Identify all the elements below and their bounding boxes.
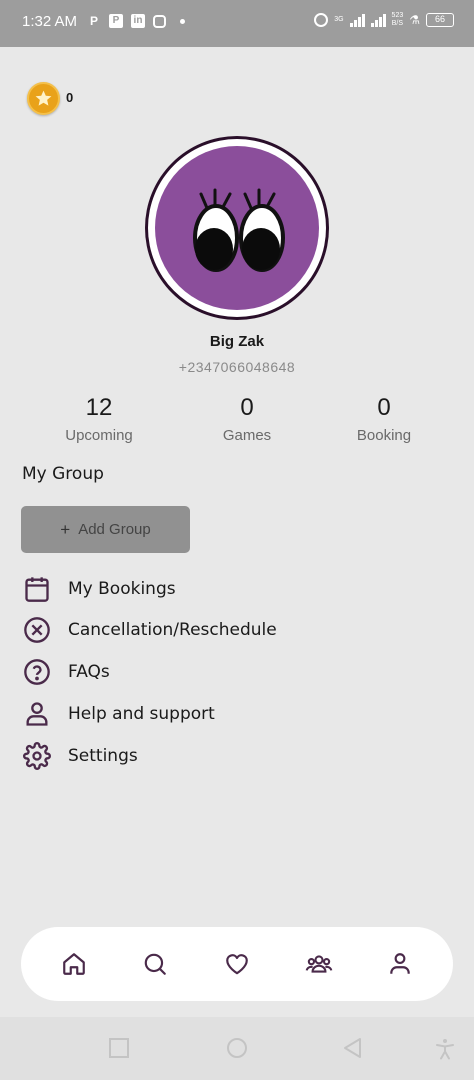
- instagram-icon: [153, 14, 166, 28]
- system-nav-bar: [0, 1017, 474, 1080]
- back-icon[interactable]: [342, 1037, 364, 1059]
- add-group-label: Add Group: [78, 521, 151, 538]
- bottom-nav: [21, 927, 453, 1001]
- stat-booking[interactable]: 0 Booking: [314, 394, 454, 444]
- person-icon: [22, 699, 52, 729]
- gear-icon: [22, 741, 52, 771]
- status-time: 1:32 AM: [22, 13, 78, 30]
- menu-label-my-bookings: My Bookings: [68, 579, 176, 599]
- menu-label-settings: Settings: [68, 746, 138, 766]
- nav-groups-button[interactable]: [299, 944, 339, 984]
- stat-games-value: 0: [240, 394, 254, 421]
- profile-icon: [390, 953, 410, 974]
- menu-item-help-support[interactable]: Help and support: [22, 697, 442, 731]
- stat-games-label: Games: [222, 427, 272, 444]
- battery-icon: 66: [426, 13, 454, 27]
- help-circle-icon: [22, 657, 52, 687]
- close-circle-icon: [22, 615, 52, 645]
- network-type-label: 3G: [334, 16, 344, 23]
- menu-item-cancellation[interactable]: Cancellation/Reschedule: [22, 613, 442, 647]
- menu-label-faqs: FAQs: [68, 662, 110, 682]
- alarm-icon: [314, 13, 329, 27]
- stat-booking-value: 0: [377, 394, 391, 421]
- calendar-icon: [22, 574, 52, 604]
- nav-home-button[interactable]: [54, 944, 94, 984]
- menu-label-help-support: Help and support: [68, 704, 215, 724]
- stat-games[interactable]: 0 Games: [177, 394, 317, 444]
- nav-profile-button[interactable]: [380, 944, 420, 984]
- app-pinterest-icon: P: [109, 14, 123, 28]
- menu-item-my-bookings[interactable]: My Bookings: [22, 572, 442, 606]
- accessibility-icon[interactable]: [433, 1037, 457, 1061]
- lab-icon: ⚗: [409, 13, 420, 27]
- menu-item-faqs[interactable]: FAQs: [22, 655, 442, 689]
- recent-apps-icon[interactable]: [108, 1037, 130, 1059]
- notification-dot-icon: [180, 18, 185, 24]
- group-icon: [305, 955, 332, 973]
- status-system-icons: 3G 523 B/S ⚗ 66: [314, 12, 454, 28]
- coin-count: 0: [66, 90, 74, 105]
- signal-2-icon: [370, 13, 386, 27]
- search-icon: [145, 953, 167, 975]
- profile-name: Big Zak: [209, 333, 265, 350]
- stat-upcoming-value: 12: [85, 394, 113, 421]
- plus-icon: +: [60, 519, 71, 539]
- my-group-title: My Group: [22, 464, 104, 484]
- star-icon: [35, 90, 52, 106]
- profile-phone: +2347066048648: [178, 359, 296, 375]
- app-p-icon: P: [89, 14, 98, 28]
- home-icon: [62, 953, 85, 975]
- menu-item-settings[interactable]: Settings: [22, 739, 442, 773]
- heart-icon: [226, 954, 248, 975]
- home-circle-icon[interactable]: [226, 1037, 248, 1059]
- add-group-button[interactable]: + Add Group: [21, 506, 190, 553]
- stat-booking-label: Booking: [356, 427, 412, 444]
- coin-icon[interactable]: [27, 82, 60, 115]
- nav-favorites-button[interactable]: [217, 944, 257, 984]
- avatar[interactable]: [145, 136, 329, 320]
- net-speed-unit: B/S: [391, 20, 404, 27]
- linkedin-icon: in: [131, 14, 145, 28]
- status-app-icons: P P in: [87, 14, 185, 28]
- stat-upcoming[interactable]: 12 Upcoming: [29, 394, 169, 444]
- net-speed: 523 B/S: [392, 12, 404, 28]
- nav-search-button[interactable]: [135, 944, 175, 984]
- net-speed-value: 523: [391, 12, 404, 19]
- stat-upcoming-label: Upcoming: [65, 427, 133, 444]
- status-bar: 1:32 AM P P in 3G 523 B/S ⚗ 66: [0, 0, 474, 47]
- signal-icon: [349, 13, 365, 27]
- cartoon-eyes-icon: [193, 188, 285, 272]
- menu-label-cancellation: Cancellation/Reschedule: [68, 620, 277, 640]
